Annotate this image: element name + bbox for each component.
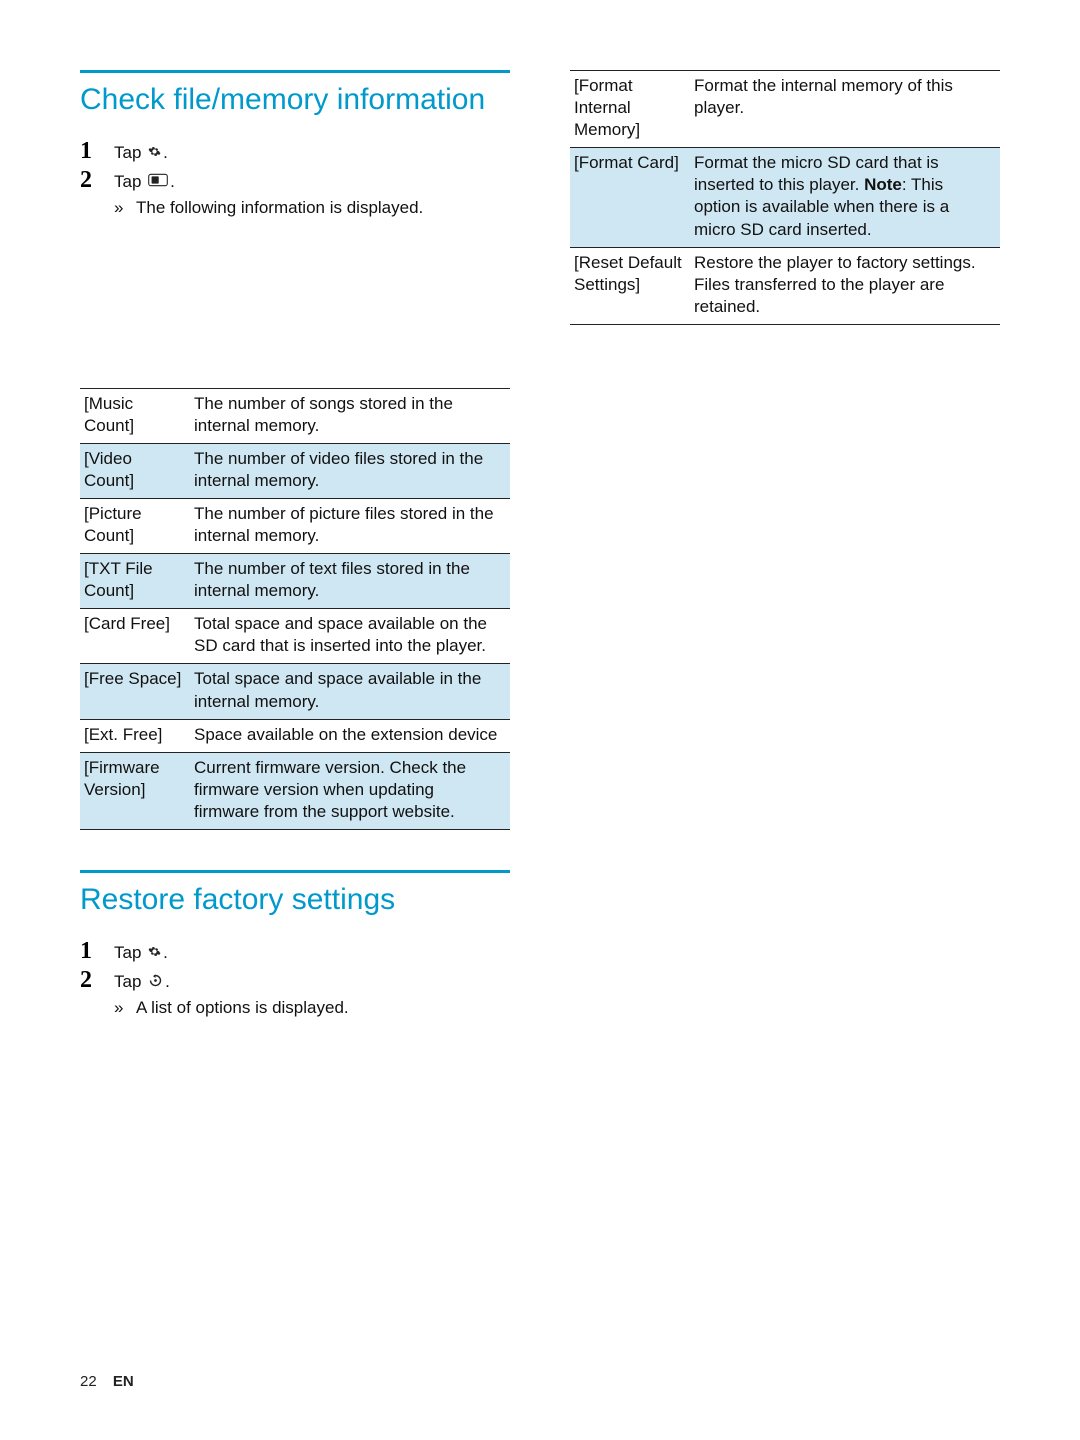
row-description: Current firmware version. Check the firm… [190,752,510,829]
row-description: The number of text files stored in the i… [190,554,510,609]
step-text-after: . [163,943,168,962]
row-description: Total space and space available on the S… [190,609,510,664]
step-text: Tap [114,143,146,162]
row-label: [Picture Count] [80,498,190,553]
step-body: Tap . [114,142,168,165]
step-text: Tap [114,172,146,191]
table-row: [Card Free]Total space and space availab… [80,609,510,664]
row-description: The number of songs stored in the intern… [190,388,510,443]
gear-icon [148,942,161,965]
row-label: [Reset Default Settings] [570,247,690,324]
right-column: [Format Internal Memory]Format the inter… [570,70,1000,1018]
options-table-body: [Format Internal Memory]Format the inter… [570,71,1000,325]
table-row: [Firmware Version]Current firmware versi… [80,752,510,829]
steps-list: 1 Tap . 2 Tap . » The [80,138,510,218]
row-description: The number of picture files stored in th… [190,498,510,553]
step-number: 1 [80,138,114,165]
table-row: [Reset Default Settings]Restore the play… [570,247,1000,324]
table-row: [Music Count]The number of songs stored … [80,388,510,443]
step-number: 1 [80,938,114,965]
row-label: [Free Space] [80,664,190,719]
section-heading-restore: Restore factory settings [80,883,510,918]
row-label: [Format Card] [570,148,690,247]
page-footer: 22 EN [80,1373,134,1390]
row-description: Format the internal memory of this playe… [690,71,1000,148]
section-rule [80,70,510,73]
row-label: [Music Count] [80,388,190,443]
step-item: 1 Tap . [80,938,510,965]
row-label: [TXT File Count] [80,554,190,609]
table-row: [Format Card]Format the micro SD card th… [570,148,1000,247]
restore-icon [148,971,163,994]
step-item: 2 Tap . [80,167,510,194]
options-table: [Format Internal Memory]Format the inter… [570,70,1000,325]
steps-list: 1 Tap . 2 Tap . » A li [80,938,510,1018]
table-row: [Video Count]The number of video files s… [80,443,510,498]
section-heading-check-info: Check file/memory information [80,83,510,118]
table-row: [Ext. Free]Space available on the extens… [80,719,510,752]
step-number: 2 [80,967,114,994]
table-row: [TXT File Count]The number of text files… [80,554,510,609]
table-row: [Format Internal Memory]Format the inter… [570,71,1000,148]
result-arrow-icon: » [114,198,136,218]
row-label: [Format Internal Memory] [570,71,690,148]
step-result: » A list of options is displayed. [114,998,510,1018]
page-content: Check file/memory information 1 Tap . 2 … [0,0,1080,1058]
spacer [80,218,510,388]
row-description: The number of video files stored in the … [190,443,510,498]
step-item: 1 Tap . [80,138,510,165]
left-column: Check file/memory information 1 Tap . 2 … [80,70,510,1018]
result-arrow-icon: » [114,998,136,1018]
step-result: » The following information is displayed… [114,198,510,218]
row-description: Restore the player to factory settings. … [690,247,1000,324]
page-number: 22 [80,1373,97,1390]
step-text-after: . [163,143,168,162]
info-table-body: [Music Count]The number of songs stored … [80,388,510,830]
section-rule [80,870,510,873]
spacer [80,830,510,870]
row-description: Space available on the extension device [190,719,510,752]
info-table: [Music Count]The number of songs stored … [80,388,510,831]
row-description: Total space and space available in the i… [190,664,510,719]
row-label: [Ext. Free] [80,719,190,752]
row-label: [Firmware Version] [80,752,190,829]
result-text: The following information is displayed. [136,198,423,218]
step-number: 2 [80,167,114,194]
row-description: Format the micro SD card that is inserte… [690,148,1000,247]
step-body: Tap . [114,942,168,965]
page-language: EN [113,1373,134,1390]
step-text: Tap [114,972,146,991]
step-text-after: . [165,972,170,991]
result-text: A list of options is displayed. [136,998,349,1018]
step-body: Tap . [114,971,170,994]
table-row: [Free Space]Total space and space availa… [80,664,510,719]
step-text: Tap [114,943,146,962]
row-label: [Video Count] [80,443,190,498]
step-body: Tap . [114,171,175,194]
table-row: [Picture Count]The number of picture fil… [80,498,510,553]
gear-icon [148,142,161,165]
row-label: [Card Free] [80,609,190,664]
step-item: 2 Tap . [80,967,510,994]
sd-card-icon [148,171,168,194]
step-text-after: . [170,172,175,191]
